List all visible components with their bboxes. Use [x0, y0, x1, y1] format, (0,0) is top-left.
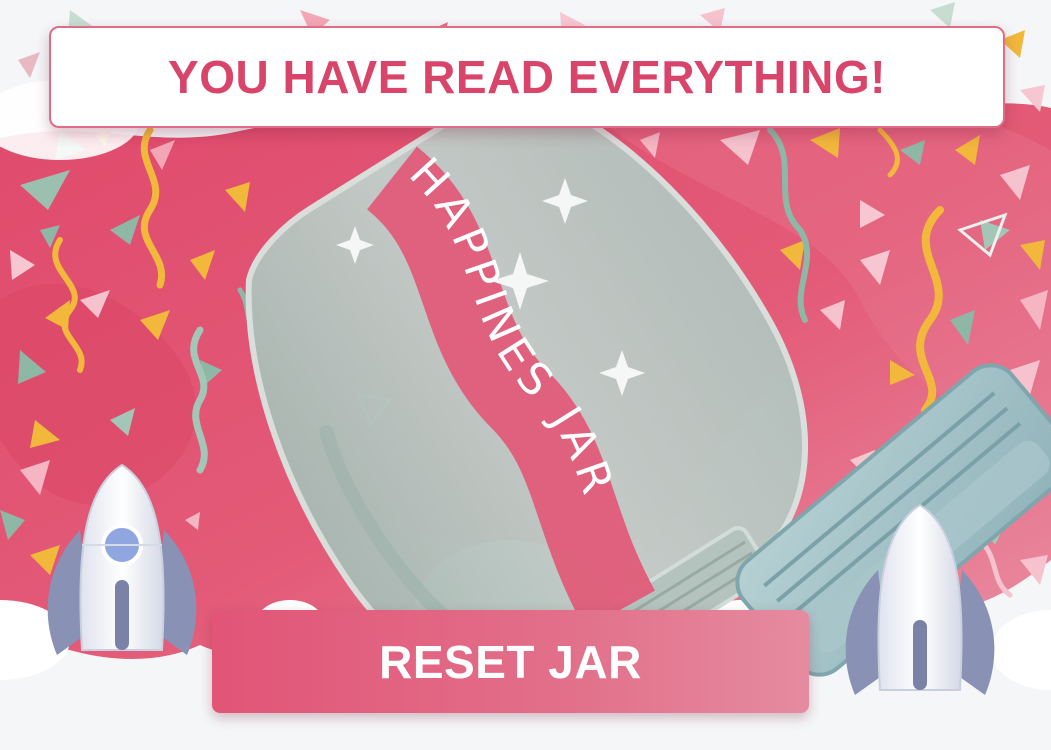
completion-banner: YOU HAVE READ EVERYTHING!: [49, 26, 1005, 128]
reset-jar-button[interactable]: RESET JAR: [212, 610, 809, 713]
reset-jar-label: RESET JAR: [379, 635, 642, 688]
banner-title: YOU HAVE READ EVERYTHING!: [168, 51, 886, 103]
